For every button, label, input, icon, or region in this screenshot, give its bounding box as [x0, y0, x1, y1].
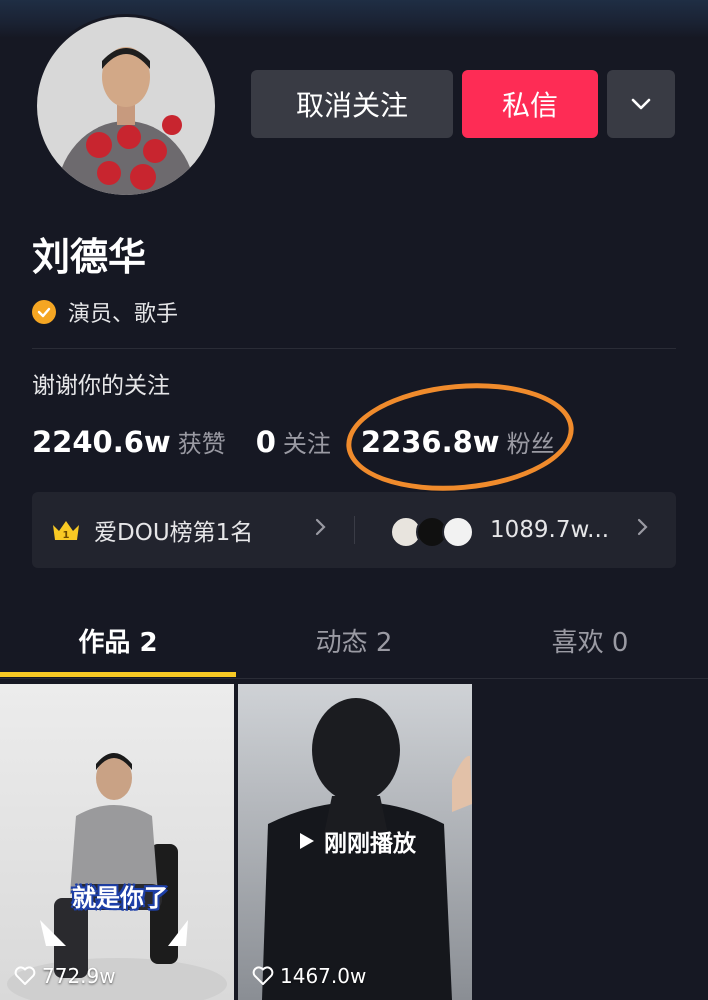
verification-badge: 演员、歌手: [32, 296, 178, 328]
avatar-portrait: [37, 17, 215, 195]
profile-bio: 谢谢你的关注: [32, 373, 170, 399]
avatar[interactable]: [34, 14, 218, 198]
message-label: 私信: [501, 89, 558, 122]
video-likes-count: 772.9w: [42, 964, 116, 988]
following-count: 0: [255, 425, 276, 459]
section-divider: [32, 348, 676, 349]
fan-avatar: [442, 516, 474, 548]
just-played-badge: 刚刚播放: [296, 824, 416, 858]
heart-icon: [252, 966, 274, 985]
profile-name: 刘德华: [32, 235, 147, 279]
tab-dynamics[interactable]: 动态 2: [236, 606, 472, 674]
more-button[interactable]: [607, 70, 675, 138]
video-thumbnail[interactable]: 就是你了 772.9w: [0, 684, 234, 1000]
video-likes: 772.9w: [14, 964, 116, 988]
video-thumbnail[interactable]: 刚刚播放 1467.0w: [238, 684, 472, 1000]
verification-text: 演员、歌手: [68, 302, 179, 327]
verified-check-icon: [32, 300, 56, 324]
rank-entry[interactable]: 1 爱DOU榜第1名: [52, 492, 253, 568]
video-likes: 1467.0w: [252, 964, 366, 988]
highlight-circle: [341, 374, 579, 500]
video-preview-image: [7, 753, 227, 1000]
profile-tabs: 作品 2 动态 2 喜欢 0: [0, 606, 708, 678]
tabs-divider: [0, 678, 708, 679]
unfollow-button[interactable]: 取消关注: [251, 70, 453, 138]
heart-icon: [14, 966, 36, 985]
rank-label: 爱DOU榜第1名: [94, 520, 254, 546]
crown-icon: 1: [53, 521, 79, 541]
just-played-label: 刚刚播放: [324, 831, 416, 857]
chevron-down-icon: [631, 98, 651, 110]
message-button[interactable]: 私信: [462, 70, 598, 138]
tab-works[interactable]: 作品 2: [0, 606, 236, 674]
likes-count: 2240.6w: [32, 425, 171, 459]
play-icon: [300, 833, 314, 849]
unfollow-label: 取消关注: [295, 89, 408, 122]
chevron-right-icon: [314, 516, 328, 544]
svg-text:1: 1: [63, 530, 70, 541]
video-likes-count: 1467.0w: [280, 964, 367, 988]
following-label: 关注: [282, 430, 331, 458]
fan-avatars[interactable]: [390, 516, 478, 548]
rank-bar: 1 爱DOU榜第1名 1089.7w...: [32, 492, 676, 568]
tab-likes[interactable]: 喜欢 0: [472, 606, 708, 674]
likes-label: 获赞: [177, 430, 226, 458]
tab-indicator: [0, 672, 236, 677]
video-caption: 就是你了: [72, 884, 168, 912]
stat-following[interactable]: 0 关注: [256, 424, 331, 459]
fans-count[interactable]: 1089.7w...: [490, 492, 609, 568]
stat-likes[interactable]: 2240.6w 获赞: [32, 424, 226, 459]
rank-separator: [354, 516, 355, 544]
chevron-right-icon: [636, 516, 650, 544]
